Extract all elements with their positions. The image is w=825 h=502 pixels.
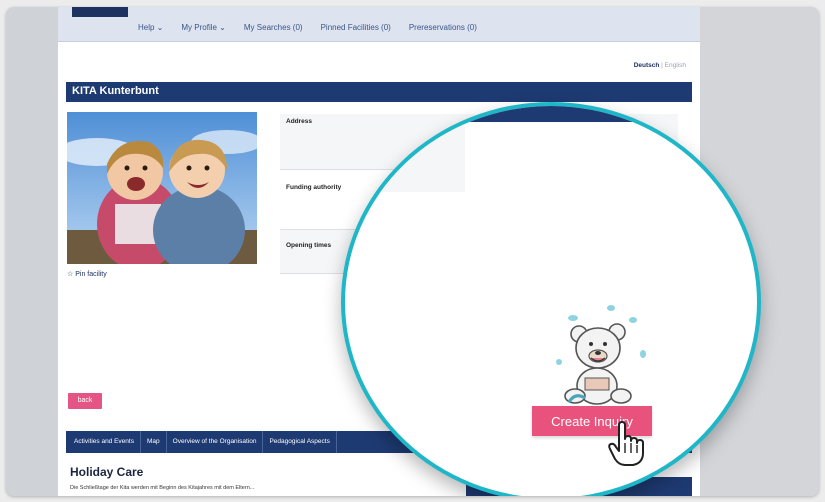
lens-address-cell <box>345 122 465 192</box>
tab-overview-organisation[interactable]: Overview of the Organisation <box>167 431 264 453</box>
magnifier-lens: KITA Kunt Must 1 Create Inquiry <box>341 102 761 496</box>
lens-header-bar <box>345 106 757 122</box>
nav-menu: Help ⌄ My Profile ⌄ My Searches (0) Pinn… <box>138 23 477 32</box>
pin-facility-link[interactable]: ☆ Pin facility <box>67 270 107 278</box>
star-outline-icon: ☆ <box>67 271 74 278</box>
back-button[interactable]: back <box>68 393 102 409</box>
facility-photo <box>67 112 257 264</box>
top-navigation: Help ⌄ My Profile ⌄ My Searches (0) Pinn… <box>58 7 700 42</box>
nav-my-profile[interactable]: My Profile ⌄ <box>181 23 226 32</box>
section-text: Die Schließtage der Kita werden mit Begi… <box>70 485 255 491</box>
hand-pointer-icon <box>607 421 647 471</box>
lang-english[interactable]: English <box>665 62 686 69</box>
nav-pinned-facilities[interactable]: Pinned Facilities (0) <box>321 23 391 32</box>
bear-illustration <box>545 302 655 416</box>
lang-deutsch[interactable]: Deutsch <box>634 62 660 69</box>
tab-activities-events[interactable]: Activities and Events <box>68 431 141 453</box>
tab-pedagogical-aspects[interactable]: Pedagogical Aspects <box>263 431 337 453</box>
facility-title: KITA Kunterbunt <box>66 82 692 102</box>
screenshot-frame: Help ⌄ My Profile ⌄ My Searches (0) Pinn… <box>6 7 819 496</box>
lens-address-value: KITA Kunt Must 1 <box>407 130 436 154</box>
nav-prereservations[interactable]: Prereservations (0) <box>409 23 477 32</box>
site-logo[interactable] <box>72 7 128 17</box>
section-title: Holiday Care <box>70 465 144 479</box>
tab-map[interactable]: Map <box>141 431 167 453</box>
lang-separator: | <box>661 62 663 69</box>
nav-my-searches[interactable]: My Searches (0) <box>244 23 303 32</box>
language-switcher: Deutsch | English <box>634 62 686 69</box>
pin-facility-label: Pin facility <box>75 271 107 278</box>
nav-help[interactable]: Help ⌄ <box>138 23 163 32</box>
